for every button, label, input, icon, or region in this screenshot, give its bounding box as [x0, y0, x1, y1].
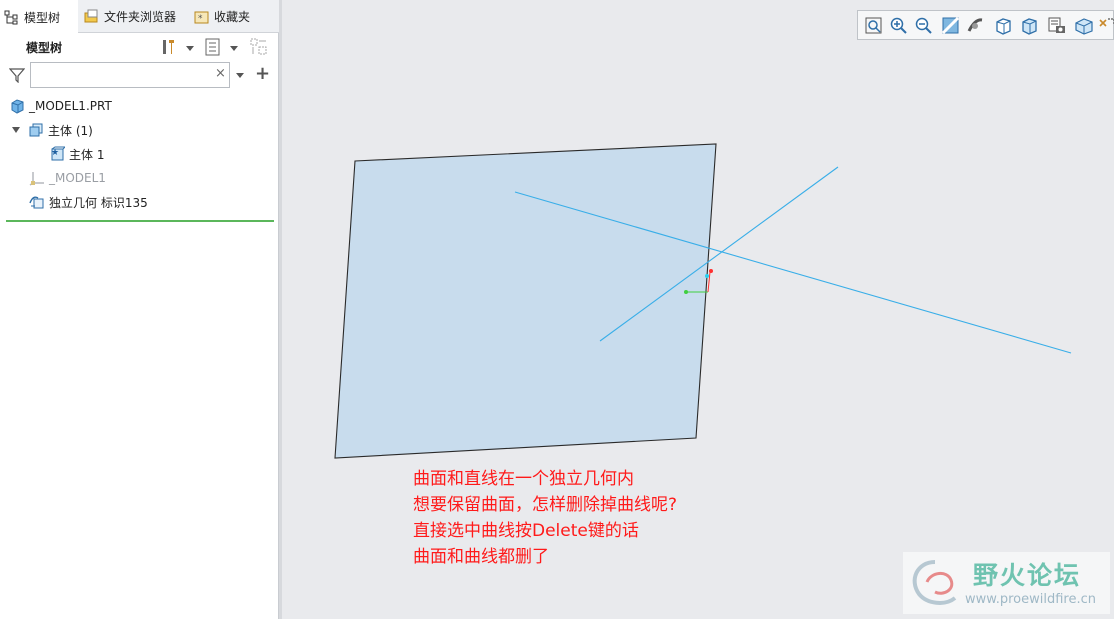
body-icon: ★: [49, 146, 67, 162]
refit-icon[interactable]: [864, 16, 884, 36]
settings-dropdown-icon[interactable]: [186, 46, 194, 51]
graphics-toolbar: [857, 10, 1114, 40]
surface[interactable]: [334, 143, 717, 459]
note-line: 直接选中曲线按Delete键的话: [413, 521, 639, 541]
tree-item-label: _MODEL1.PRT: [29, 99, 112, 113]
search-input[interactable]: [30, 62, 230, 88]
panel-header: 模型树: [0, 34, 279, 60]
tab-model-tree[interactable]: 模型树: [0, 0, 78, 34]
forum-logo-icon: [912, 560, 957, 605]
note-line: 想要保留曲面，怎样删除掉曲线呢?: [413, 495, 678, 515]
favorites-icon: *: [194, 9, 210, 25]
settings-icon[interactable]: [160, 38, 178, 56]
panel-tabs: 模型树 文件夹浏览器 * 收藏夹: [0, 0, 279, 34]
panel-title: 模型树: [26, 41, 63, 55]
independent-geometry-icon: [29, 194, 45, 210]
show-icon[interactable]: [204, 38, 222, 56]
view-manager-icon[interactable]: [1047, 16, 1067, 36]
model-tree-icon: [4, 9, 20, 25]
tree-item-bodies[interactable]: 主体 (1): [12, 119, 93, 141]
tab-favorites[interactable]: * 收藏夹: [190, 0, 270, 33]
perspective-icon[interactable]: [1074, 16, 1094, 36]
tab-label: 模型树: [24, 10, 61, 25]
zoom-in-icon[interactable]: [889, 16, 909, 36]
saved-orientations-icon[interactable]: [1020, 16, 1040, 36]
filter-row: × +: [0, 62, 279, 90]
clear-icon[interactable]: ×: [215, 67, 227, 81]
forum-url: www.proewildfire.cn: [965, 592, 1096, 607]
model-tree-panel: 模型树 文件夹浏览器 * 收藏夹 模型树 × + _MODEL1.PRT 主体 …: [0, 0, 279, 619]
tab-folder-browser[interactable]: 文件夹浏览器: [80, 0, 188, 33]
tab-label: 文件夹浏览器: [104, 10, 177, 24]
annotation-note: 曲面和直线在一个独立几何内 想要保留曲面，怎样删除掉曲线呢? 直接选中曲线按De…: [413, 466, 677, 570]
filter-icon[interactable]: [8, 67, 26, 84]
bodies-icon: [28, 122, 44, 138]
display-style-icon[interactable]: [994, 16, 1014, 36]
forum-name: 野火论坛: [973, 561, 1082, 590]
tree-item-label: 主体 (1): [48, 123, 93, 138]
note-line: 曲面和直线在一个独立几何内: [413, 469, 634, 489]
svg-text:*: *: [198, 14, 203, 24]
tree-item-label: _MODEL1: [49, 171, 106, 185]
repaint-icon[interactable]: [941, 16, 961, 36]
add-icon[interactable]: +: [255, 65, 270, 83]
tree-item-label: 独立几何 标识135: [49, 195, 148, 210]
search-history-dropdown-icon[interactable]: [236, 73, 244, 78]
datum-display-icon[interactable]: [1098, 16, 1114, 36]
svg-text:★: ★: [51, 148, 59, 158]
expand-caret-icon[interactable]: [12, 127, 20, 133]
folder-browser-icon: [84, 9, 100, 25]
graphics-area[interactable]: [282, 0, 1114, 619]
tree-item-label: 主体 1: [69, 147, 105, 162]
tab-label: 收藏夹: [214, 10, 251, 24]
tree-item-independent-geometry[interactable]: 独立几何 标识135: [29, 191, 148, 213]
show-dropdown-icon[interactable]: [230, 46, 238, 51]
insert-here-indicator[interactable]: [6, 220, 274, 222]
tree-filter-icon[interactable]: [250, 38, 268, 56]
spin-center-icon[interactable]: [966, 16, 986, 36]
coordinate-system-icon: [29, 170, 45, 186]
note-line: 曲面和曲线都删了: [413, 547, 549, 567]
forum-watermark: 野火论坛 www.proewildfire.cn: [903, 552, 1110, 614]
part-icon: [9, 98, 25, 114]
model-viewport[interactable]: [282, 0, 1114, 619]
tree-item-body[interactable]: ★ 主体 1: [49, 143, 104, 165]
tree-item-coordinate-system[interactable]: _MODEL1: [29, 167, 106, 189]
tree-item-model[interactable]: _MODEL1.PRT: [9, 95, 112, 117]
zoom-out-icon[interactable]: [914, 16, 934, 36]
